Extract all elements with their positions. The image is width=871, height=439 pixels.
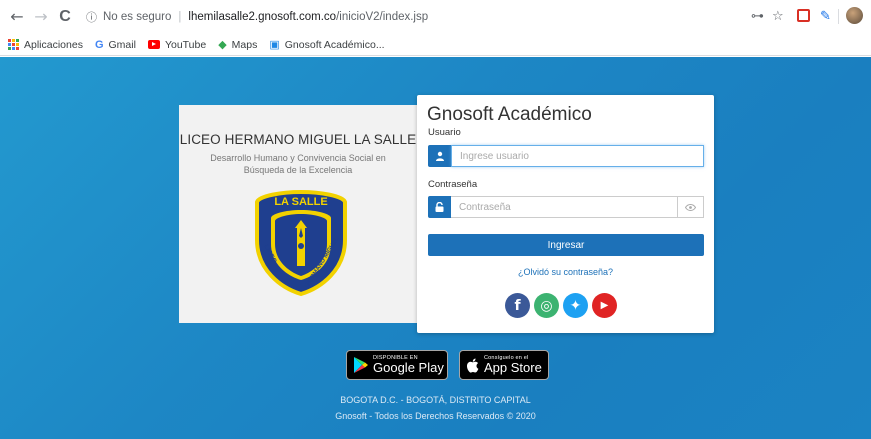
- twitter-icon[interactable]: ✦: [563, 293, 588, 318]
- password-input[interactable]: [451, 196, 678, 218]
- app-store-big-text: App Store: [484, 360, 542, 375]
- footer-location: BOGOTA D.C. - BOGOTÁ, DISTRITO CAPITAL: [340, 395, 531, 405]
- bookmark-label: Gnosoft Académico...: [284, 38, 385, 51]
- bookmark-gnosoft[interactable]: ▣ Gnosoft Académico...: [269, 39, 384, 51]
- footer-copyright: Gnosoft - Todos los Derechos Reservados …: [335, 411, 536, 421]
- bookmarks-bar: Aplicaciones G Gmail YouTube ◆ Maps ▣ Gn…: [0, 34, 871, 56]
- apps-grid-icon: [8, 39, 19, 50]
- login-submit-button[interactable]: Ingresar: [428, 234, 704, 256]
- maps-icon: ◆: [218, 38, 227, 51]
- info-icon[interactable]: ⓘ: [86, 9, 97, 25]
- app-store-badge[interactable]: Consíguelo en el App Store: [459, 350, 549, 380]
- login-title: Gnosoft Académico: [427, 104, 592, 125]
- login-card: Gnosoft Académico Usuario Contraseña Ing…: [417, 95, 714, 333]
- password-label: Contraseña: [428, 179, 478, 190]
- youtube-icon[interactable]: ▶: [592, 293, 617, 318]
- show-password-eye-icon[interactable]: [678, 196, 704, 218]
- bookmark-label: YouTube: [164, 38, 207, 51]
- bookmark-label: Gmail: [108, 38, 136, 51]
- user-icon: [428, 145, 451, 167]
- facebook-icon[interactable]: f: [505, 293, 530, 318]
- address-bar[interactable]: ⓘ No es seguro | lhemilasalle2.gnosoft.c…: [86, 6, 726, 28]
- url-host: lhemilasalle2.gnosoft.com.co: [188, 11, 337, 23]
- bookmark-gmail[interactable]: G Gmail: [95, 39, 136, 51]
- google-play-big-text: Google Play: [373, 360, 444, 375]
- extension-shield-icon[interactable]: [797, 9, 810, 22]
- more-menu-icon[interactable]: ⋮: [866, 8, 871, 22]
- username-field: [428, 145, 704, 167]
- instagram-icon[interactable]: ◎: [534, 293, 559, 318]
- social-links: f ◎ ✦ ▶: [505, 293, 617, 318]
- bookmark-label: Maps: [231, 38, 258, 51]
- gnosoft-icon: ▣: [269, 38, 280, 51]
- username-label: Usuario: [428, 127, 461, 138]
- url-path: /inicioV2/index.jsp: [336, 11, 429, 23]
- crest-top-text: LA SALLE: [274, 196, 327, 208]
- reload-icon[interactable]: C: [56, 8, 74, 26]
- school-crest-logo: LA SALLE LICEO HERMANO MIGUEL: [255, 189, 347, 297]
- school-motto: Desarrollo Humano y Convivencia Social e…: [210, 153, 386, 175]
- password-field: [428, 196, 704, 218]
- google-g-icon: G: [94, 38, 104, 51]
- apple-icon: [466, 358, 479, 373]
- security-status: No es seguro: [103, 11, 172, 23]
- forward-icon[interactable]: →: [32, 8, 50, 26]
- toolbar-divider: [838, 9, 839, 24]
- bookmark-youtube[interactable]: YouTube: [147, 38, 207, 51]
- profile-avatar[interactable]: [846, 7, 863, 24]
- key-icon[interactable]: ⊶: [751, 8, 764, 26]
- lock-icon: [428, 196, 451, 218]
- forgot-password-link[interactable]: ¿Olvidó su contraseña?: [417, 267, 714, 277]
- school-name: LICEO HERMANO MIGUEL LA SALLE: [179, 132, 417, 147]
- extension-pen-icon[interactable]: ✎: [820, 8, 831, 24]
- star-icon[interactable]: ☆: [772, 8, 784, 26]
- url-separator: |: [178, 11, 182, 23]
- bookmark-maps[interactable]: ◆ Maps: [218, 39, 257, 51]
- google-play-badge[interactable]: DISPONIBLE EN Google Play: [346, 350, 448, 380]
- google-play-icon: [354, 357, 368, 373]
- back-icon[interactable]: ←: [8, 8, 26, 26]
- youtube-icon: [147, 40, 160, 49]
- browser-toolbar: ← → C ⓘ No es seguro | lhemilasalle2.gno…: [0, 0, 871, 34]
- bookmark-label: Aplicaciones: [24, 38, 83, 51]
- bookmark-apps[interactable]: Aplicaciones: [8, 39, 83, 51]
- username-input[interactable]: [451, 145, 704, 167]
- school-card: LICEO HERMANO MIGUEL LA SALLE Desarrollo…: [179, 105, 417, 323]
